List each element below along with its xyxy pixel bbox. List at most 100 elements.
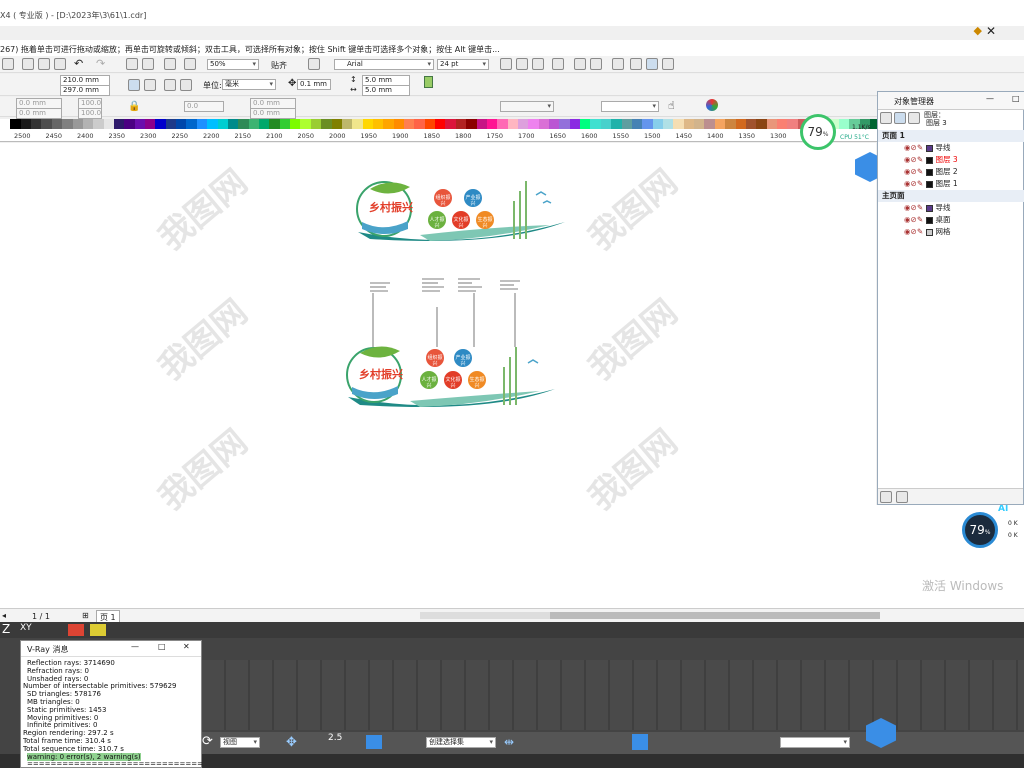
palette-swatch[interactable] xyxy=(176,119,187,129)
first-page-icon[interactable]: ◂ xyxy=(2,611,6,620)
palette-swatch[interactable] xyxy=(269,119,280,129)
new-layer-footer-icon[interactable] xyxy=(880,491,892,503)
cut-icon[interactable] xyxy=(22,58,34,70)
palette-swatch[interactable] xyxy=(248,119,259,129)
vray-minimize-icon[interactable]: — xyxy=(131,642,139,651)
layer-color-swatch[interactable] xyxy=(925,216,933,224)
snap-tool-icon[interactable] xyxy=(68,624,84,636)
delete-layer-icon[interactable] xyxy=(896,491,908,503)
layer-color-swatch[interactable] xyxy=(925,180,933,188)
palette-swatch[interactable] xyxy=(725,119,736,129)
pos-y-field[interactable]: 0.0 mm xyxy=(16,108,62,119)
palette-swatch[interactable] xyxy=(652,119,663,129)
layer-props-icon[interactable] xyxy=(880,112,892,124)
ruler-tool-icon[interactable] xyxy=(90,624,106,636)
palette-swatch[interactable] xyxy=(20,119,32,129)
palette-swatch[interactable] xyxy=(787,119,798,129)
underline-icon[interactable] xyxy=(532,58,544,70)
lock-ratio-icon[interactable]: 🔒 xyxy=(128,101,140,112)
page-node[interactable]: 主页面 xyxy=(878,190,1024,202)
palette-swatch[interactable] xyxy=(72,119,83,129)
percent-snap-icon[interactable] xyxy=(366,735,382,749)
zoom-select[interactable]: 50% xyxy=(207,59,259,70)
palette-swatch[interactable] xyxy=(155,119,166,129)
dropcap-icon[interactable] xyxy=(590,58,602,70)
palette-swatch[interactable] xyxy=(735,119,746,129)
layer-color-swatch[interactable] xyxy=(925,204,933,212)
palette-swatch[interactable] xyxy=(549,119,560,129)
drawing-canvas[interactable]: 我图网 我图网 我图网 我图网 我图网 我图网 乡村振兴 组织振兴 产业振兴 人… xyxy=(0,143,876,608)
layer-color-swatch[interactable] xyxy=(925,156,933,164)
palette-swatch[interactable] xyxy=(714,119,726,129)
palette-swatch[interactable] xyxy=(238,119,249,129)
palette-swatch[interactable] xyxy=(694,119,705,129)
param-y-field[interactable]: 0.0 mm xyxy=(250,108,296,119)
current-page-icon[interactable] xyxy=(180,79,192,91)
layer-visibility-icon[interactable]: ◉⊘✎ xyxy=(904,215,926,224)
palette-swatch[interactable] xyxy=(341,119,353,129)
palette-swatch[interactable] xyxy=(0,119,11,129)
design-graphic-top[interactable]: 乡村振兴 组织振兴 产业振兴 人才振兴 文化振兴 生态振兴 xyxy=(350,177,570,247)
move-icon[interactable]: ✥ xyxy=(286,735,297,750)
rotate-icon[interactable]: ⟳ xyxy=(202,734,213,749)
palette-swatch[interactable] xyxy=(217,119,228,129)
color-manage-icon[interactable] xyxy=(706,99,718,111)
palette-swatch[interactable] xyxy=(559,119,570,129)
palette-swatch[interactable] xyxy=(227,119,239,129)
maximize-icon[interactable]: □ xyxy=(1012,94,1020,103)
palette-swatch[interactable] xyxy=(569,119,581,129)
palette-swatch[interactable] xyxy=(404,119,415,129)
palette-swatch[interactable] xyxy=(372,119,384,129)
layer-color-swatch[interactable] xyxy=(925,144,933,152)
palette-swatch[interactable] xyxy=(745,119,757,129)
palette-swatch[interactable] xyxy=(321,119,332,129)
vray-close-icon[interactable]: ✕ xyxy=(183,642,190,651)
text-props-icon[interactable] xyxy=(612,58,624,70)
palette-swatch[interactable] xyxy=(186,119,197,129)
palette-swatch[interactable] xyxy=(435,119,446,129)
print-icon[interactable] xyxy=(2,58,14,70)
palette-swatch[interactable] xyxy=(113,119,125,129)
palette-swatch[interactable] xyxy=(466,119,477,129)
minimize-icon[interactable]: — xyxy=(986,94,994,103)
palette-swatch[interactable] xyxy=(673,119,684,129)
redo-icon[interactable]: ↷ xyxy=(96,57,105,70)
angle-field[interactable]: 0.0 xyxy=(184,101,224,112)
snap-label[interactable]: 贴齐 xyxy=(271,60,287,71)
palette-swatch[interactable] xyxy=(517,119,529,129)
publish-icon[interactable] xyxy=(164,58,176,70)
page-node[interactable]: 页面 1 xyxy=(878,130,1024,142)
palette-swatch[interactable] xyxy=(663,119,674,129)
export-icon[interactable] xyxy=(142,58,154,70)
options-icon[interactable] xyxy=(308,58,320,70)
paste-icon[interactable] xyxy=(54,58,66,70)
render-setup-icon[interactable] xyxy=(632,734,648,750)
font-size-select[interactable]: 24 pt xyxy=(437,59,489,70)
palette-swatch[interactable] xyxy=(103,119,114,129)
palette-swatch[interactable] xyxy=(196,119,208,129)
undo-icon[interactable]: ↶ xyxy=(74,57,83,70)
palette-swatch[interactable] xyxy=(455,119,467,129)
layer-visibility-icon[interactable]: ◉⊘✎ xyxy=(904,143,926,152)
palette-swatch[interactable] xyxy=(393,119,405,129)
layer-node[interactable]: ◉⊘✎ 图层 2 xyxy=(878,166,1024,178)
italic-icon[interactable] xyxy=(516,58,528,70)
align-icon[interactable] xyxy=(552,58,564,70)
palette-swatch[interactable] xyxy=(207,119,218,129)
palette-swatch[interactable] xyxy=(756,119,767,129)
layer-color-swatch[interactable] xyxy=(925,168,933,176)
angle-snap-icon[interactable]: 2.5 xyxy=(328,733,342,743)
horizontal-scrollbar[interactable] xyxy=(420,612,880,619)
duplicate-y-field[interactable]: 5.0 mm xyxy=(362,85,410,96)
palette-swatch[interactable] xyxy=(621,119,632,129)
palette-swatch[interactable] xyxy=(704,119,715,129)
palette-swatch[interactable] xyxy=(497,119,508,129)
palette-swatch[interactable] xyxy=(62,119,73,129)
layer-visibility-icon[interactable]: ◉⊘✎ xyxy=(904,155,926,164)
layer-view-icon[interactable] xyxy=(908,112,920,124)
layer-node[interactable]: ◉⊘✎ 图层 1 xyxy=(878,178,1024,190)
bucket-icon[interactable]: ◆ xyxy=(974,24,982,37)
palette-swatch[interactable] xyxy=(31,119,42,129)
palette-swatch[interactable] xyxy=(362,119,373,129)
palette-swatch[interactable] xyxy=(631,119,643,129)
